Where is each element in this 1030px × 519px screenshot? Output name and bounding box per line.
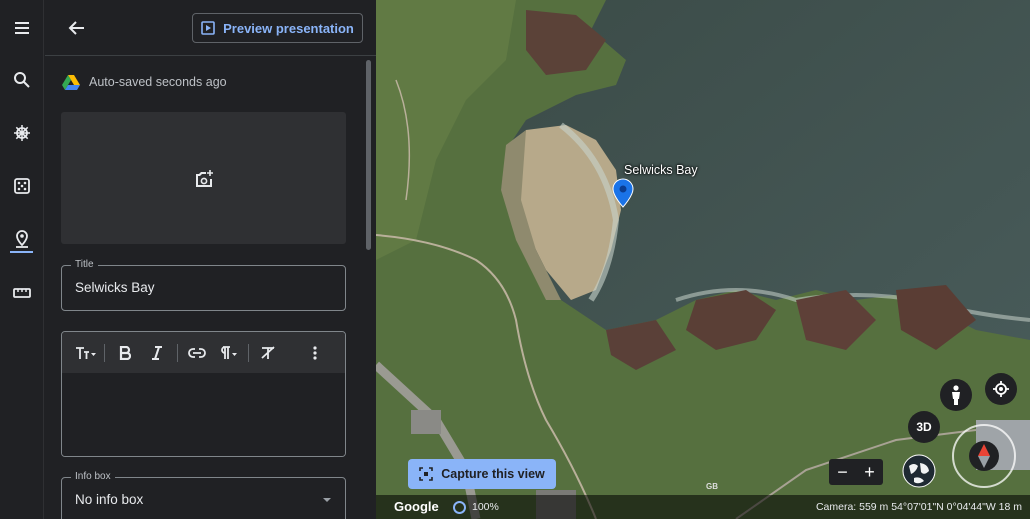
menu-icon: [15, 22, 29, 34]
slideshow-icon: [201, 21, 215, 35]
paragraph-button[interactable]: [212, 339, 244, 367]
more-vert-icon: [313, 345, 317, 360]
search-icon: [14, 72, 30, 88]
map-pin-icon: [16, 230, 28, 248]
three-d-toggle[interactable]: 3D: [908, 411, 940, 443]
location-pin-icon[interactable]: [612, 178, 634, 208]
left-rail: [0, 0, 44, 519]
dice-icon: [14, 178, 30, 194]
italic-button[interactable]: [141, 339, 173, 367]
link-button[interactable]: [182, 339, 212, 367]
italic-icon: [152, 345, 162, 360]
info-box-value: No info box: [75, 492, 144, 507]
pegman-icon: [952, 385, 960, 405]
title-field[interactable]: Title Selwicks Bay: [61, 259, 346, 311]
paragraph-icon: [221, 345, 237, 359]
capture-view-button[interactable]: Capture this view: [408, 459, 556, 489]
ship-wheel-icon: [14, 125, 30, 141]
title-field-value: Selwicks Bay: [75, 280, 155, 295]
compass-control[interactable]: [952, 424, 1016, 488]
google-drive-icon: [62, 75, 80, 90]
search-button[interactable]: [6, 64, 38, 96]
autosave-status: Auto-saved seconds ago: [62, 74, 227, 90]
zoom-in-button[interactable]: +: [864, 463, 875, 481]
my-location-icon: [993, 381, 1009, 397]
editor-toolbar: [62, 332, 345, 373]
text-size-icon: [76, 346, 96, 359]
project-panel: Preview presentation Auto-saved seconds …: [45, 0, 376, 519]
autosave-text: Auto-saved seconds ago: [89, 75, 227, 89]
capture-view-label: Capture this view: [441, 467, 545, 481]
gb-watermark: GB: [706, 482, 718, 491]
toolbar-divider: [248, 343, 249, 362]
preview-presentation-button[interactable]: Preview presentation: [192, 13, 363, 43]
arrow-back-icon: [68, 21, 84, 35]
zoom-control: − +: [829, 459, 883, 485]
info-box-label: Info box: [71, 471, 115, 482]
place-label: Selwicks Bay: [624, 163, 698, 177]
camera-info: Camera: 559 m 54°07'01"N 0°04'44"W 18 m: [815, 501, 1022, 513]
map-view[interactable]: Selwicks Bay Capture this view 3D − + GB…: [376, 0, 1030, 519]
loading-progress-icon: [453, 501, 466, 514]
link-icon: [188, 347, 206, 358]
preview-presentation-label: Preview presentation: [223, 20, 354, 36]
more-options-button[interactable]: [295, 339, 335, 367]
editor-body[interactable]: [62, 373, 345, 456]
measure-button[interactable]: [6, 277, 38, 309]
clear-formatting-button[interactable]: [253, 339, 283, 367]
panel-header: Preview presentation: [45, 0, 376, 56]
compass-needle-icon: [978, 444, 990, 468]
toolbar-divider: [177, 343, 178, 362]
bold-icon: [119, 345, 131, 360]
title-field-label: Title: [71, 259, 98, 270]
add-photo-icon: [195, 170, 213, 187]
clear-format-icon: [261, 345, 275, 359]
feeling-lucky-button[interactable]: [6, 170, 38, 202]
my-location-button[interactable]: [985, 373, 1017, 405]
text-size-button[interactable]: [72, 339, 100, 367]
dropdown-arrow-icon: [323, 498, 331, 502]
globe-view-icon[interactable]: [902, 454, 936, 488]
active-indicator: [10, 251, 33, 253]
panel-scrollbar[interactable]: [366, 60, 371, 250]
compass-dial: [969, 441, 999, 471]
bold-button[interactable]: [109, 339, 141, 367]
pegman-button[interactable]: [940, 379, 972, 411]
info-box-select[interactable]: Info box No info box: [61, 471, 346, 519]
description-editor: [61, 331, 346, 457]
zoom-out-button[interactable]: −: [837, 463, 848, 481]
google-logo: Google: [394, 499, 439, 514]
map-status-bar: Google 100% Camera: 559 m 54°07'01"N 0°0…: [376, 495, 1030, 519]
voyager-button[interactable]: [6, 117, 38, 149]
satellite-imagery: [376, 0, 1030, 519]
back-button[interactable]: [63, 14, 91, 42]
toolbar-divider: [104, 343, 105, 362]
add-image-area[interactable]: [61, 112, 346, 244]
load-percent: 100%: [472, 501, 499, 513]
ruler-icon: [13, 288, 31, 298]
capture-icon: [419, 467, 434, 481]
menu-button[interactable]: [6, 12, 38, 44]
